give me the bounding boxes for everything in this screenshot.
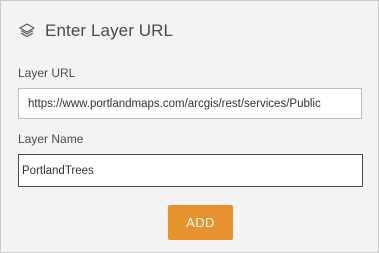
- panel-title: Enter Layer URL: [45, 21, 174, 40]
- layer-name-label: Layer Name: [18, 132, 84, 146]
- layer-name-input[interactable]: [18, 154, 363, 187]
- enter-layer-url-panel: Enter Layer URL Layer URL Layer Name ADD: [0, 0, 379, 253]
- layers-icon: [18, 22, 36, 40]
- panel-header: Enter Layer URL: [18, 19, 173, 43]
- layer-url-input[interactable]: [18, 88, 362, 119]
- add-button[interactable]: ADD: [168, 205, 233, 240]
- layer-url-label: Layer URL: [18, 66, 76, 80]
